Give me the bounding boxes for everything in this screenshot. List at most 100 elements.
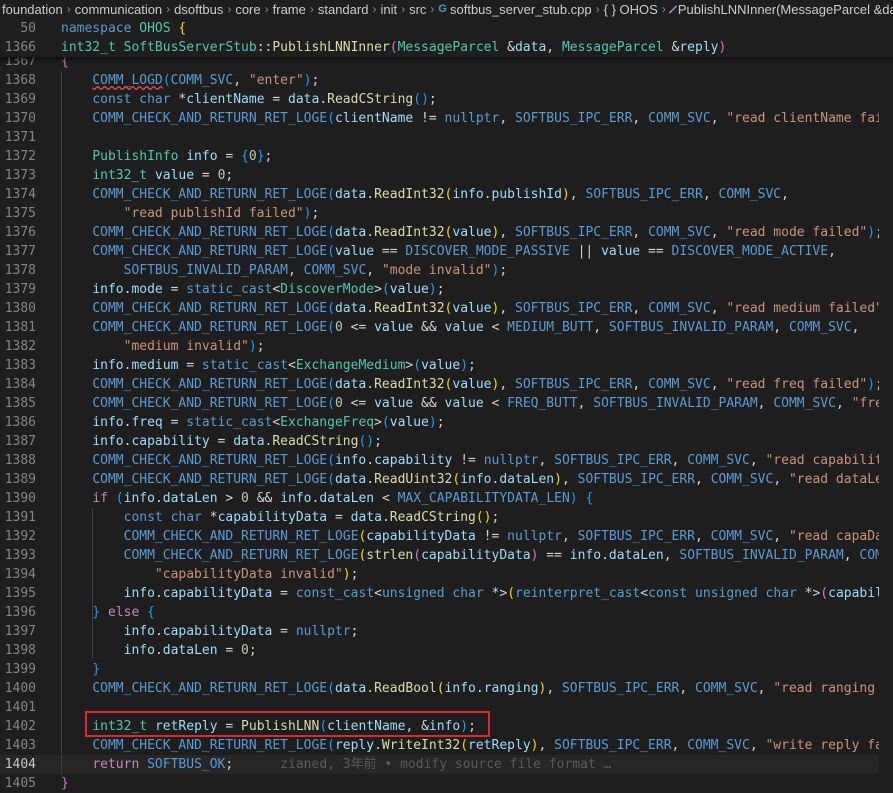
code-line[interactable]: 1400 COMM_CHECK_AND_RETURN_RET_LOGE(data… bbox=[0, 679, 893, 698]
line-number[interactable]: 1372 bbox=[0, 147, 36, 166]
code-line[interactable]: 1372 PublishInfo info = {0}; bbox=[0, 147, 893, 166]
code-line[interactable]: 1374 COMM_CHECK_AND_RETURN_RET_LOGE(data… bbox=[0, 185, 893, 204]
line-number[interactable]: 1383 bbox=[0, 356, 36, 375]
code-line[interactable]: 1373 int32_t value = 0; bbox=[0, 166, 893, 185]
code-line[interactable]: 1398 info.dataLen = 0; bbox=[0, 641, 893, 660]
line-number[interactable]: 1404 bbox=[0, 755, 36, 774]
code-line[interactable]: 1376 COMM_CHECK_AND_RETURN_RET_LOGE(data… bbox=[0, 223, 893, 242]
breadcrumb-segment[interactable]: standard bbox=[318, 0, 369, 19]
code-line[interactable]: 1379 info.mode = static_cast<DiscoverMod… bbox=[0, 280, 893, 299]
line-number[interactable]: 1395 bbox=[0, 584, 36, 603]
code-line[interactable]: 1390 if (info.dataLen > 0 && info.dataLe… bbox=[0, 489, 893, 508]
line-number[interactable]: 1400 bbox=[0, 679, 36, 698]
line-number[interactable]: 1390 bbox=[0, 489, 36, 508]
code-line[interactable]: 1383 info.medium = static_cast<ExchangeM… bbox=[0, 356, 893, 375]
line-number[interactable]: 1368 bbox=[0, 71, 36, 90]
code-line[interactable]: 1377 COMM_CHECK_AND_RETURN_RET_LOGE(valu… bbox=[0, 242, 893, 261]
line-number[interactable]: 1386 bbox=[0, 413, 36, 432]
line-number[interactable]: 1382 bbox=[0, 337, 36, 356]
line-number[interactable]: 1387 bbox=[0, 432, 36, 451]
breadcrumb-segment[interactable]: frame bbox=[273, 0, 306, 19]
code-token: = bbox=[272, 586, 296, 601]
line-number[interactable]: 1402 bbox=[0, 717, 36, 736]
line-number[interactable]: 1389 bbox=[0, 470, 36, 489]
code-line[interactable]: 1396 } else { bbox=[0, 603, 893, 622]
code-line[interactable]: 1369 const char *clientName = data.ReadC… bbox=[0, 90, 893, 109]
code-token: , bbox=[749, 738, 766, 753]
line-number[interactable]: 1399 bbox=[0, 660, 36, 679]
line-number[interactable]: 1401 bbox=[0, 698, 36, 717]
line-number[interactable]: 1379 bbox=[0, 280, 36, 299]
line-number[interactable]: 1403 bbox=[0, 736, 36, 755]
code-line[interactable]: 1395 info.capabilityData = const_cast<un… bbox=[0, 584, 893, 603]
code-line[interactable]: 1382 "medium invalid"); bbox=[0, 337, 893, 356]
breadcrumb-file[interactable]: softbus_server_stub.cpp bbox=[450, 0, 592, 19]
code-line[interactable]: 1384 COMM_CHECK_AND_RETURN_RET_LOGE(data… bbox=[0, 375, 893, 394]
line-number[interactable]: 1377 bbox=[0, 242, 36, 261]
code-line[interactable]: 50 namespace OHOS { bbox=[0, 19, 893, 38]
code-line[interactable]: 1399 } bbox=[0, 660, 893, 679]
code-area[interactable]: 1367{1368 COMM_LOGD(COMM_SVC, "enter"); 1… bbox=[0, 57, 893, 793]
code-line[interactable]: 1366 int32_t SoftBusServerStub::PublishLN… bbox=[0, 38, 893, 57]
code-line[interactable]: 1370 COMM_CHECK_AND_RETURN_RET_LOGE(clie… bbox=[0, 109, 893, 128]
line-number[interactable]: 1393 bbox=[0, 546, 36, 565]
line-number[interactable]: 1388 bbox=[0, 451, 36, 470]
line-number[interactable]: 1405 bbox=[0, 774, 36, 793]
code-line[interactable]: 1389 COMM_CHECK_AND_RETURN_RET_LOGE(data… bbox=[0, 470, 893, 489]
code-line[interactable]: 1392 COMM_CHECK_AND_RETURN_RET_LOGE(capa… bbox=[0, 527, 893, 546]
code-line[interactable]: 1394 "capabilityData invalid"); bbox=[0, 565, 893, 584]
line-number[interactable]: 1378 bbox=[0, 261, 36, 280]
line-number[interactable]: 1370 bbox=[0, 109, 36, 128]
sticky-scroll-header[interactable]: 50 namespace OHOS {1366 int32_t SoftBusSer… bbox=[0, 19, 893, 57]
line-number[interactable]: 1376 bbox=[0, 223, 36, 242]
line-number[interactable]: 1375 bbox=[0, 204, 36, 223]
code-line[interactable]: 1393 COMM_CHECK_AND_RETURN_RET_LOGE (strl… bbox=[0, 546, 893, 565]
vertical-scrollbar[interactable] bbox=[879, 57, 893, 793]
code-line[interactable]: 1380 COMM_CHECK_AND_RETURN_RET_LOGE(data… bbox=[0, 299, 893, 318]
code-line[interactable]: 1381 COMM_CHECK_AND_RETURN_RET_LOGE(0 <=… bbox=[0, 318, 893, 337]
breadcrumb-namespace[interactable]: { } OHOS bbox=[604, 0, 658, 19]
line-number[interactable]: 1367 bbox=[0, 57, 36, 71]
line-number[interactable]: 1392 bbox=[0, 527, 36, 546]
line-number[interactable]: 1398 bbox=[0, 641, 36, 660]
code-editor[interactable]: foundation › communication › dsoftbus › core › f… bbox=[0, 0, 893, 793]
code-line[interactable]: 1385 COMM_CHECK_AND_RETURN_RET_LOGE(0 <=… bbox=[0, 394, 893, 413]
code-line[interactable]: 1386 info.freq = static_cast<ExchangeFre… bbox=[0, 413, 893, 432]
line-number[interactable]: 1366 bbox=[0, 38, 36, 57]
breadcrumb-method[interactable]: PublishLNNInner(MessageParcel &data, Mes… bbox=[678, 0, 893, 19]
chevron-right-icon: › bbox=[595, 2, 600, 16]
code-line[interactable]: 1403 COMM_CHECK_AND_RETURN_RET_LOGE(repl… bbox=[0, 736, 893, 755]
line-number[interactable]: 1385 bbox=[0, 394, 36, 413]
breadcrumb-segment[interactable]: dsoftbus bbox=[174, 0, 223, 19]
line-number[interactable]: 50 bbox=[0, 19, 36, 38]
line-number[interactable]: 1373 bbox=[0, 166, 36, 185]
line-number[interactable]: 1391 bbox=[0, 508, 36, 527]
code-line[interactable]: 1375 "read publishId failed"); bbox=[0, 204, 893, 223]
code-line[interactable]: 1404 return SOFTBUS_OK; zianed, 3年前 • mo… bbox=[0, 755, 893, 774]
line-number[interactable]: 1369 bbox=[0, 90, 36, 109]
code-line[interactable]: 1387 info.capability = data.ReadCString(… bbox=[0, 432, 893, 451]
line-number[interactable]: 1394 bbox=[0, 565, 36, 584]
line-number[interactable]: 1374 bbox=[0, 185, 36, 204]
code-line[interactable]: 1368 COMM_LOGD(COMM_SVC, "enter"); bbox=[0, 71, 893, 90]
line-number[interactable]: 1380 bbox=[0, 299, 36, 318]
code-line[interactable]: 1378 SOFTBUS_INVALID_PARAM, COMM_SVC, "m… bbox=[0, 261, 893, 280]
code-line[interactable]: 1371 bbox=[0, 128, 893, 147]
breadcrumb-segment[interactable]: foundation bbox=[2, 0, 63, 19]
line-number[interactable]: 1384 bbox=[0, 375, 36, 394]
line-number[interactable]: 1397 bbox=[0, 622, 36, 641]
code-line[interactable]: 1388 COMM_CHECK_AND_RETURN_RET_LOGE(info… bbox=[0, 451, 893, 470]
code-token: namespace bbox=[61, 21, 132, 36]
code-line[interactable]: 1391 const char *capabilityData = data.R… bbox=[0, 508, 893, 527]
breadcrumb-segment[interactable]: src bbox=[409, 0, 426, 19]
code-line[interactable]: 1367 { bbox=[0, 57, 893, 71]
line-number[interactable]: 1396 bbox=[0, 603, 36, 622]
code-line[interactable]: 1397 info.capabilityData = nullptr; bbox=[0, 622, 893, 641]
code-line[interactable]: 1405} bbox=[0, 774, 893, 793]
breadcrumb-segment[interactable]: init bbox=[380, 0, 397, 19]
line-number[interactable]: 1371 bbox=[0, 128, 36, 147]
line-number[interactable]: 1381 bbox=[0, 318, 36, 337]
breadcrumb-segment[interactable]: core bbox=[235, 0, 260, 19]
breadcrumb-segment[interactable]: communication bbox=[75, 0, 162, 19]
